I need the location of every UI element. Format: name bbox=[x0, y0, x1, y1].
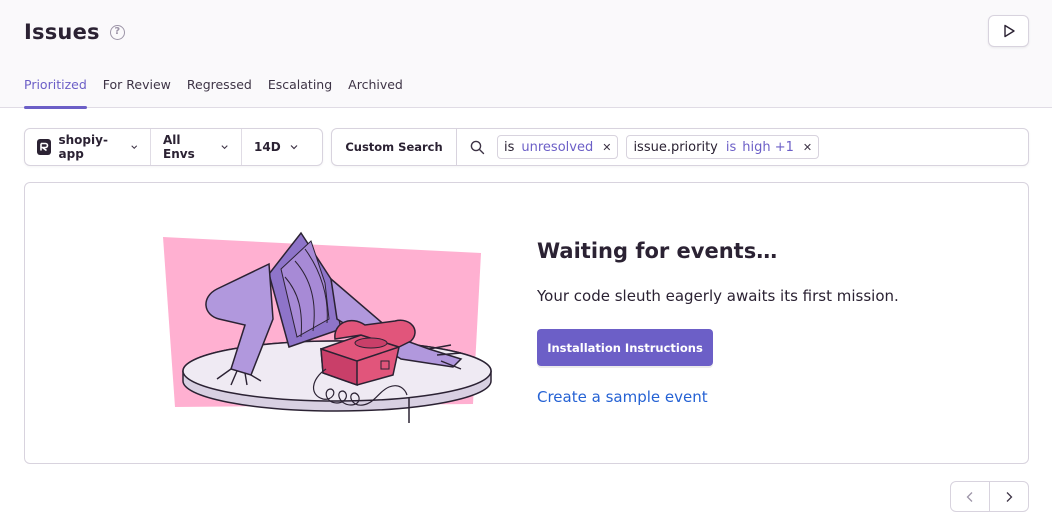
chevron-down-icon bbox=[221, 145, 228, 150]
page-header: Issues ? Prioritized For Review Regresse… bbox=[0, 0, 1052, 109]
empty-state-panel: Waiting for events… Your code sleuth eag… bbox=[24, 182, 1029, 464]
chevron-down-icon bbox=[130, 145, 137, 149]
chevron-left-icon bbox=[966, 491, 973, 502]
tab-archived[interactable]: Archived bbox=[348, 70, 403, 108]
page-filter-bar: shopiy-app All Envs 14D bbox=[24, 128, 323, 166]
token-operator[interactable]: is bbox=[726, 140, 736, 155]
search-token-priority[interactable]: issue.priority is high +1 ✕ bbox=[626, 135, 820, 159]
pagination bbox=[950, 481, 1029, 512]
date-range-label: 14D bbox=[254, 140, 281, 154]
close-icon[interactable]: ✕ bbox=[803, 141, 812, 154]
installation-instructions-button[interactable]: Installation Instructions bbox=[537, 329, 713, 366]
project-selector[interactable]: shopiy-app bbox=[25, 129, 151, 165]
empty-state-description: Your code sleuth eagerly awaits its firs… bbox=[537, 287, 899, 305]
title-row: Issues ? bbox=[24, 20, 125, 44]
page-title: Issues bbox=[24, 20, 100, 44]
play-tour-button[interactable] bbox=[988, 15, 1029, 47]
issue-tabs: Prioritized For Review Regressed Escalat… bbox=[24, 70, 419, 109]
token-key: is bbox=[504, 139, 515, 155]
previous-page-button[interactable] bbox=[951, 482, 989, 511]
chevron-down-icon bbox=[290, 145, 298, 150]
tab-regressed[interactable]: Regressed bbox=[187, 70, 252, 108]
custom-search-button[interactable]: Custom Search bbox=[332, 129, 457, 165]
token-key: issue.priority bbox=[633, 139, 718, 155]
tab-prioritized[interactable]: Prioritized bbox=[24, 70, 87, 109]
empty-state-title: Waiting for events… bbox=[537, 239, 778, 263]
tab-escalating[interactable]: Escalating bbox=[268, 70, 332, 108]
token-value[interactable]: unresolved bbox=[521, 140, 593, 155]
search-icon bbox=[457, 129, 497, 165]
project-label: shopiy-app bbox=[58, 133, 108, 161]
environment-label: All Envs bbox=[163, 133, 195, 161]
page-filters: shopiy-app All Envs 14D bbox=[24, 128, 323, 166]
waiting-for-events-illustration bbox=[163, 231, 492, 423]
play-icon bbox=[1003, 24, 1015, 38]
date-range-selector[interactable]: 14D bbox=[242, 129, 322, 165]
issue-search-bar: Custom Search is unresolved ✕ issue.prio… bbox=[331, 128, 1029, 166]
project-badge-icon bbox=[37, 139, 51, 155]
help-circle-icon[interactable]: ? bbox=[109, 24, 125, 40]
create-sample-event-link[interactable]: Create a sample event bbox=[537, 388, 708, 406]
token-value[interactable]: high +1 bbox=[742, 140, 794, 155]
tab-for-review[interactable]: For Review bbox=[103, 70, 171, 108]
search-token-status[interactable]: is unresolved ✕ bbox=[497, 135, 619, 159]
close-icon[interactable]: ✕ bbox=[602, 141, 611, 154]
environment-selector[interactable]: All Envs bbox=[151, 129, 242, 165]
chevron-right-icon bbox=[1006, 491, 1013, 502]
next-page-button[interactable] bbox=[989, 482, 1028, 511]
